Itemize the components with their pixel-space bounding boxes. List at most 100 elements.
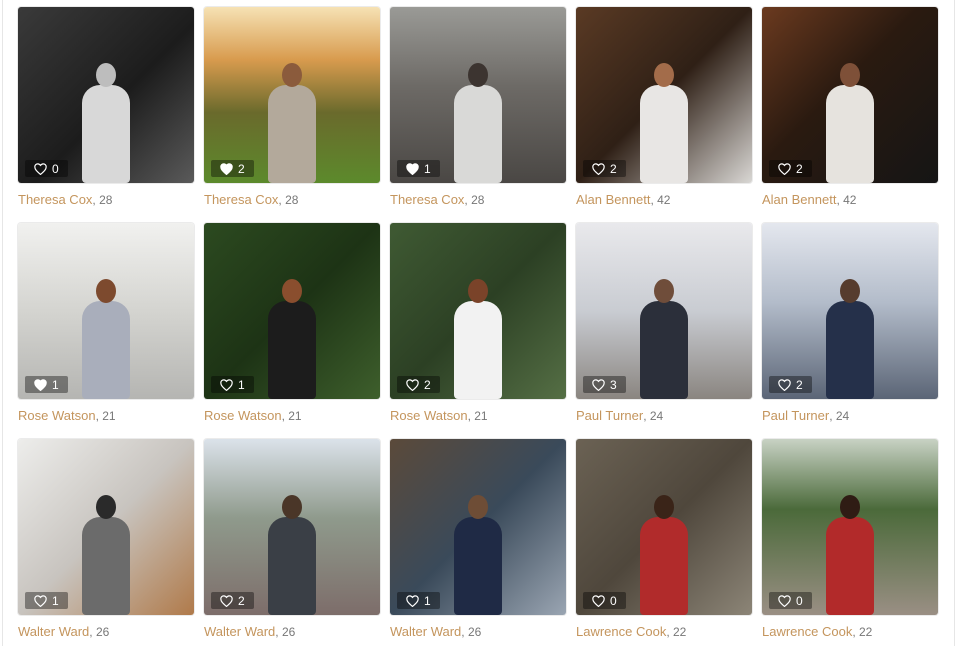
person-name[interactable]: Alan Bennett	[576, 192, 650, 207]
photo-thumbnail[interactable]: 1	[18, 439, 194, 615]
person-age: 28	[471, 193, 485, 207]
photo-thumbnail[interactable]: 3	[576, 223, 752, 399]
figure-head	[840, 279, 860, 303]
figure-body	[454, 301, 502, 399]
photo-thumbnail[interactable]: 1	[204, 223, 380, 399]
photo-card[interactable]: 0 Lawrence Cook, 22	[762, 439, 938, 655]
person-name[interactable]: Paul Turner	[576, 408, 643, 423]
heart-icon	[592, 378, 605, 391]
heart-icon	[220, 594, 233, 607]
caption-separator: ,	[89, 625, 96, 639]
person-name[interactable]: Lawrence Cook	[576, 624, 666, 639]
like-button[interactable]: 2	[397, 376, 440, 393]
like-button[interactable]: 1	[211, 376, 254, 393]
like-button[interactable]: 3	[583, 376, 626, 393]
like-button[interactable]: 2	[769, 160, 812, 177]
photo-thumbnail[interactable]: 2	[762, 223, 938, 399]
photo-card[interactable]: 2 Walter Ward, 26	[204, 439, 380, 655]
like-button[interactable]: 0	[25, 160, 68, 177]
person-name[interactable]: Paul Turner	[762, 408, 829, 423]
person-name[interactable]: Lawrence Cook	[762, 624, 852, 639]
figure-head	[96, 63, 116, 87]
photo-card[interactable]: 2 Alan Bennett, 42	[576, 7, 752, 223]
person-figure	[264, 495, 320, 615]
person-name[interactable]: Alan Bennett	[762, 192, 836, 207]
photo-thumbnail[interactable]: 0	[762, 439, 938, 615]
photo-thumbnail[interactable]: 2	[204, 439, 380, 615]
person-age: 22	[859, 625, 873, 639]
person-name[interactable]: Theresa Cox	[18, 192, 92, 207]
photo-card[interactable]: 1 Walter Ward, 26	[390, 439, 566, 655]
photo-card[interactable]: 1 Rose Watson, 21	[204, 223, 380, 439]
person-figure	[450, 63, 506, 183]
photo-caption: Rose Watson, 21	[204, 408, 380, 424]
like-button[interactable]: 2	[583, 160, 626, 177]
photo-card[interactable]: 1 Rose Watson, 21	[18, 223, 194, 439]
photo-card[interactable]: 0 Theresa Cox, 28	[18, 7, 194, 223]
person-figure	[822, 279, 878, 399]
photo-caption: Alan Bennett, 42	[576, 192, 752, 208]
like-button[interactable]: 2	[769, 376, 812, 393]
heart-icon	[778, 162, 791, 175]
person-figure	[450, 495, 506, 615]
figure-body	[82, 85, 130, 183]
photo-thumbnail[interactable]: 1	[390, 439, 566, 615]
person-age: 26	[95, 625, 110, 639]
person-photo	[18, 7, 194, 183]
person-photo	[204, 7, 380, 183]
photo-thumbnail[interactable]: 2	[390, 223, 566, 399]
person-photo	[18, 223, 194, 399]
person-name[interactable]: Rose Watson	[204, 408, 282, 423]
photo-card[interactable]: 2 Alan Bennett, 42	[762, 7, 938, 223]
like-button[interactable]: 0	[769, 592, 812, 609]
photo-thumbnail[interactable]: 0	[576, 439, 752, 615]
like-count: 2	[238, 593, 245, 608]
photo-thumbnail[interactable]: 2	[762, 7, 938, 183]
person-name[interactable]: Rose Watson	[390, 408, 468, 423]
photo-card[interactable]: 1 Walter Ward, 26	[18, 439, 194, 655]
person-age: 26	[467, 625, 482, 639]
person-name[interactable]: Walter Ward	[18, 624, 89, 639]
like-button[interactable]: 2	[211, 592, 254, 609]
heart-icon	[406, 162, 419, 175]
photo-thumbnail[interactable]: 1	[390, 7, 566, 183]
photo-card[interactable]: 3 Paul Turner, 24	[576, 223, 752, 439]
like-button[interactable]: 1	[25, 592, 68, 609]
photo-card[interactable]: 0 Lawrence Cook, 22	[576, 439, 752, 655]
like-button[interactable]: 1	[25, 376, 68, 393]
photo-thumbnail[interactable]: 1	[18, 223, 194, 399]
figure-body	[268, 301, 316, 399]
figure-head	[468, 63, 488, 87]
like-count: 2	[610, 161, 617, 176]
photo-grid: 0 Theresa Cox, 28 2 Theresa Cox, 28 1 Th…	[18, 7, 938, 655]
person-name[interactable]: Rose Watson	[18, 408, 96, 423]
person-name[interactable]: Theresa Cox	[204, 192, 278, 207]
like-button[interactable]: 1	[397, 160, 440, 177]
like-count: 2	[796, 377, 803, 392]
like-button[interactable]: 1	[397, 592, 440, 609]
photo-card[interactable]: 2 Theresa Cox, 28	[204, 7, 380, 223]
photo-card[interactable]: 2 Paul Turner, 24	[762, 223, 938, 439]
heart-icon	[34, 378, 47, 391]
person-name[interactable]: Walter Ward	[204, 624, 275, 639]
photo-card[interactable]: 2 Rose Watson, 21	[390, 223, 566, 439]
photo-caption: Walter Ward, 26	[18, 624, 194, 640]
person-photo	[762, 439, 938, 615]
figure-body	[826, 301, 874, 399]
heart-icon	[220, 162, 233, 175]
photo-thumbnail[interactable]: 2	[576, 7, 752, 183]
photo-card[interactable]: 1 Theresa Cox, 28	[390, 7, 566, 223]
person-name[interactable]: Theresa Cox	[390, 192, 464, 207]
person-photo	[576, 7, 752, 183]
person-photo	[204, 223, 380, 399]
heart-icon	[406, 594, 419, 607]
like-button[interactable]: 2	[211, 160, 254, 177]
like-count: 2	[424, 377, 431, 392]
person-age: 24	[649, 409, 664, 423]
photo-thumbnail[interactable]: 0	[18, 7, 194, 183]
photo-thumbnail[interactable]: 2	[204, 7, 380, 183]
like-button[interactable]: 0	[583, 592, 626, 609]
caption-separator: ,	[829, 409, 836, 423]
person-name[interactable]: Walter Ward	[390, 624, 461, 639]
person-photo	[390, 7, 566, 183]
